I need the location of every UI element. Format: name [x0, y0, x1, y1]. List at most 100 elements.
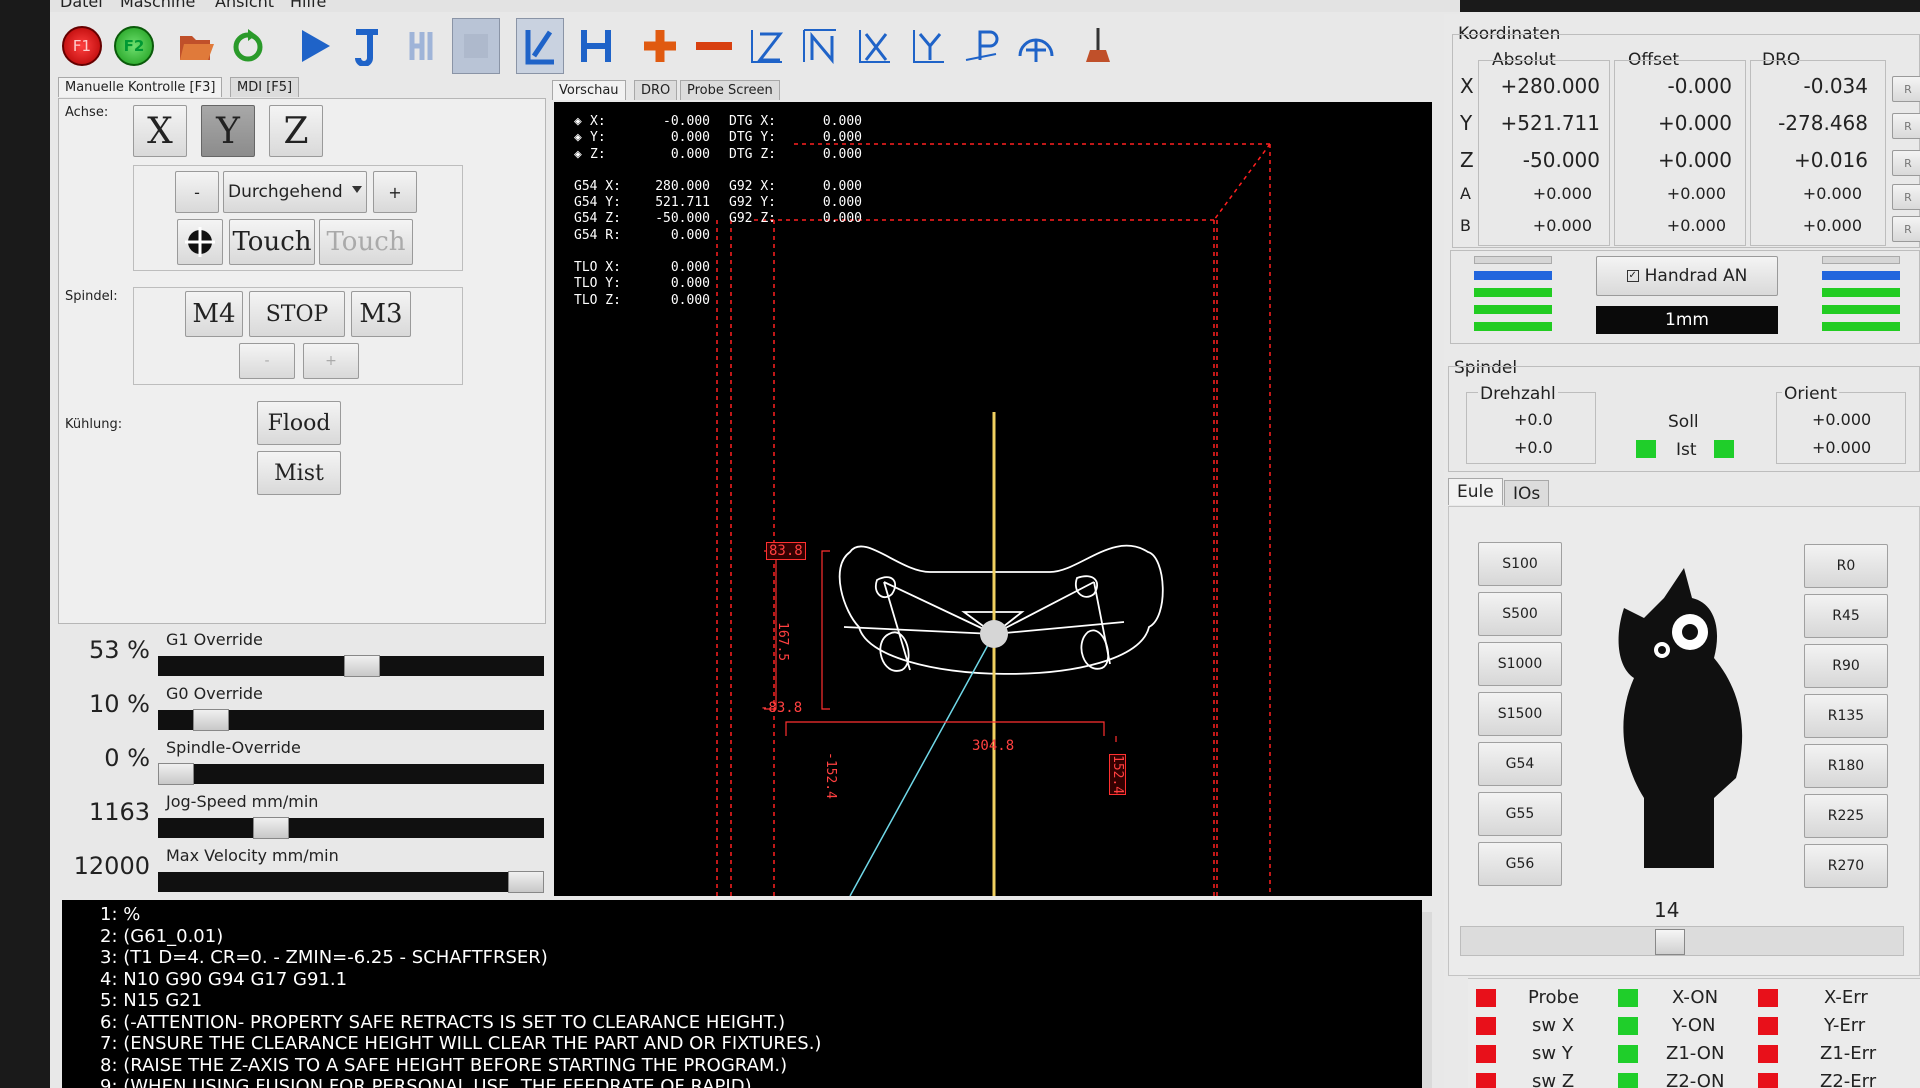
jog-speed-slider[interactable]: [158, 817, 544, 839]
open-file-button[interactable]: [172, 18, 220, 74]
menu-item-view[interactable]: Ansicht: [215, 0, 274, 11]
step-button[interactable]: [346, 18, 394, 74]
optional-stop-button[interactable]: [572, 18, 620, 74]
stop-button[interactable]: [452, 18, 500, 74]
jog-plus-button[interactable]: +: [373, 171, 417, 213]
gcode-line[interactable]: 7: (ENSURE THE CLEARANCE HEIGHT WILL CLE…: [88, 1033, 1422, 1055]
zoom-out-button[interactable]: [690, 18, 738, 74]
tab-preview[interactable]: Vorschau: [552, 80, 626, 100]
gcode-line[interactable]: 6: (-ATTENTION- PROPERTY SAFE RETRACTS I…: [88, 1012, 1422, 1034]
reset-x-button[interactable]: R: [1892, 76, 1920, 102]
reset-b-button[interactable]: R: [1892, 216, 1920, 242]
coolant-label: Kühlung:: [65, 417, 123, 432]
tab-ios[interactable]: IOs: [1504, 480, 1550, 507]
g0-override-slider[interactable]: [158, 709, 544, 731]
s1500-button[interactable]: S1500: [1478, 692, 1562, 736]
menu-item-file[interactable]: Datei: [60, 0, 103, 11]
view-z-button[interactable]: [742, 18, 790, 74]
jog-mode-select[interactable]: Durchgehend: [223, 171, 367, 213]
tab-probe-screen[interactable]: Probe Screen: [680, 80, 780, 100]
clear-plot-button[interactable]: [1076, 18, 1124, 74]
touch-off-target-button[interactable]: [177, 219, 223, 265]
flood-button[interactable]: Flood: [257, 401, 341, 445]
gcode-line[interactable]: 5: N15 G21: [88, 990, 1422, 1012]
gcode-listing[interactable]: 1: % 2: (G61_0.01) 3: (T1 D=4. CR=0. - Z…: [62, 900, 1422, 1088]
s1000-button[interactable]: S1000: [1478, 642, 1562, 686]
gcode-scrollbar[interactable]: [1422, 912, 1432, 1088]
toolpath-preview[interactable]: ◈ X: -0.000 DTG X: 0.000 ◈ Y: 0.000 DTG Y: 0.000…: [554, 102, 1432, 896]
owl-slider-handle[interactable]: [1654, 929, 1685, 955]
r45-button[interactable]: R45: [1804, 594, 1888, 638]
menu-item-help[interactable]: Hilfe: [290, 0, 326, 11]
spindle-override-slider[interactable]: [158, 763, 544, 785]
estop-button[interactable]: F1: [58, 18, 106, 74]
view-y-button[interactable]: [904, 18, 952, 74]
s500-button[interactable]: S500: [1478, 592, 1562, 636]
tab-mdi[interactable]: MDI [F5]: [230, 77, 300, 97]
owl-slider[interactable]: [1460, 926, 1904, 956]
absolute-value: +280.000: [1500, 74, 1600, 98]
axis-z-button[interactable]: Z: [269, 105, 323, 157]
view-p-button[interactable]: [958, 18, 1006, 74]
spindle-plus-button[interactable]: +: [303, 343, 359, 379]
block-delete-button[interactable]: [516, 18, 564, 74]
jog-speed-handle[interactable]: [252, 817, 289, 839]
gcode-line[interactable]: 4: N10 G90 G94 G17 G91.1: [88, 969, 1422, 991]
axis-y-button[interactable]: Y: [201, 105, 255, 157]
handwheel-toggle[interactable]: ✓ Handrad AN: [1596, 256, 1778, 296]
axis-letter: Z: [1460, 148, 1474, 172]
touch-button[interactable]: Touch: [229, 219, 315, 265]
spindle-stop-button[interactable]: STOP: [249, 291, 345, 337]
tab-dro[interactable]: DRO: [634, 80, 678, 100]
r135-button[interactable]: R135: [1804, 694, 1888, 738]
rotate-view-button[interactable]: [1012, 18, 1060, 74]
zoom-in-button[interactable]: [636, 18, 684, 74]
view-x-button[interactable]: [850, 18, 898, 74]
r90-button[interactable]: R90: [1804, 644, 1888, 688]
max-velocity-slider[interactable]: [158, 871, 544, 893]
tab-owl[interactable]: Eule: [1448, 478, 1503, 505]
s100-button[interactable]: S100: [1478, 542, 1562, 586]
mist-button[interactable]: Mist: [257, 451, 341, 495]
machine-power-button[interactable]: F2: [110, 18, 158, 74]
reset-a-button[interactable]: R: [1892, 184, 1920, 210]
view-z2-button[interactable]: [796, 18, 844, 74]
g1-override-slider[interactable]: [158, 655, 544, 677]
max-velocity-handle[interactable]: [508, 871, 544, 893]
run-button[interactable]: [290, 18, 338, 74]
z2-err-led: [1758, 1073, 1778, 1088]
reset-z-button[interactable]: R: [1892, 150, 1920, 176]
spindle-minus-button[interactable]: -: [239, 343, 295, 379]
reload-button[interactable]: [224, 18, 272, 74]
g55-button[interactable]: G55: [1478, 792, 1562, 836]
g56-button[interactable]: G56: [1478, 842, 1562, 886]
spindle-m4-button[interactable]: M4: [185, 291, 243, 337]
axis-x-button[interactable]: X: [133, 105, 187, 157]
spindle-override-label: Spindle-Override: [166, 738, 301, 757]
tab-manual-control[interactable]: Manuelle Kontrolle [F3]: [58, 77, 223, 97]
jog-minus-button[interactable]: -: [175, 171, 219, 213]
dim-mid-label: 167.5: [775, 622, 790, 662]
spindle-m3-button[interactable]: M3: [351, 291, 411, 337]
g0-override-handle[interactable]: [193, 709, 229, 731]
stop-icon: [464, 34, 488, 58]
g54-button[interactable]: G54: [1478, 742, 1562, 786]
max-velocity-value: 12000: [73, 852, 150, 880]
r180-button[interactable]: R180: [1804, 744, 1888, 788]
gcode-line[interactable]: 2: (G61_0.01): [88, 926, 1422, 948]
gcode-line[interactable]: 1: %: [88, 904, 1422, 926]
coord-row-a: A +0.000 +0.000 +0.000 R: [1452, 184, 1920, 220]
menu-item-machine[interactable]: Maschine: [120, 0, 195, 11]
r270-button[interactable]: R270: [1804, 844, 1888, 888]
gcode-line[interactable]: 3: (T1 D=4. CR=0. - ZMIN=-6.25 - SCHAFTF…: [88, 947, 1422, 969]
spindle-override-handle[interactable]: [158, 763, 194, 785]
touch-disabled-button[interactable]: Touch: [319, 219, 413, 265]
g1-override-handle[interactable]: [343, 655, 380, 677]
gcode-line[interactable]: 9: (WHEN USING FUSION FOR PERSONAL USE, …: [88, 1076, 1422, 1088]
r0-button[interactable]: R0: [1804, 544, 1888, 588]
reset-y-button[interactable]: R: [1892, 113, 1920, 139]
gcode-line[interactable]: 8: (RAISE THE Z-AXIS TO A SAFE HEIGHT BE…: [88, 1055, 1422, 1077]
pause-button[interactable]: [400, 18, 448, 74]
r225-button[interactable]: R225: [1804, 794, 1888, 838]
handwheel-step-display[interactable]: 1mm: [1596, 306, 1778, 334]
